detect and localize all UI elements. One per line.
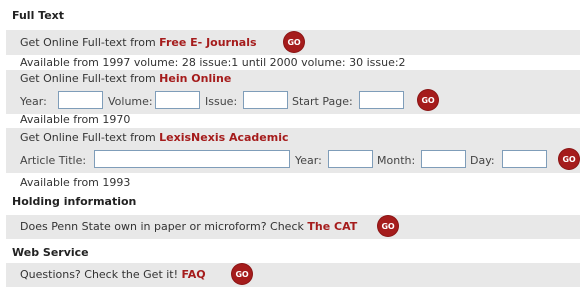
lexisnexis-availability: Available from 1993 bbox=[20, 176, 131, 189]
hein-online-text: Get Online Full-text from Hein Online bbox=[20, 72, 231, 85]
lexisnexis-year-label: Year: bbox=[295, 154, 322, 167]
hein-online-link[interactable]: Hein Online bbox=[159, 72, 231, 85]
lexisnexis-year-input[interactable] bbox=[328, 150, 373, 168]
free-ejournals-link[interactable]: Free E- Journals bbox=[159, 36, 256, 49]
hein-issue-input[interactable] bbox=[243, 91, 288, 109]
the-cat-link[interactable]: The CAT bbox=[307, 220, 357, 233]
hein-online-prefix: Get Online Full-text from bbox=[20, 72, 160, 85]
hein-volume-input[interactable] bbox=[155, 91, 200, 109]
lexisnexis-month-input[interactable] bbox=[421, 150, 466, 168]
full-text-heading: Full Text bbox=[12, 9, 65, 22]
hein-online-availability: Available from 1970 bbox=[20, 113, 131, 126]
web-service-heading: Web Service bbox=[12, 246, 89, 259]
hein-online-go-button[interactable]: GO bbox=[418, 90, 438, 110]
free-ejournals-prefix: Get Online Full-text from bbox=[20, 36, 160, 49]
holding-prefix: Does Penn State own in paper or microfor… bbox=[20, 220, 308, 233]
hein-volume-label: Volume: bbox=[108, 95, 153, 108]
faq-go-button[interactable]: GO bbox=[232, 264, 252, 284]
free-ejournals-text: Get Online Full-text from Free E- Journa… bbox=[20, 36, 257, 49]
the-cat-go-button[interactable]: GO bbox=[378, 216, 398, 236]
lexisnexis-day-input[interactable] bbox=[502, 150, 547, 168]
lexisnexis-article-title-input[interactable] bbox=[94, 150, 290, 168]
hein-start-page-input[interactable] bbox=[359, 91, 404, 109]
lexisnexis-text: Get Online Full-text from LexisNexis Aca… bbox=[20, 131, 289, 144]
lexisnexis-go-button[interactable]: GO bbox=[559, 149, 579, 169]
free-ejournals-availability: Available from 1997 volume: 28 issue:1 u… bbox=[20, 56, 406, 69]
hein-year-label: Year: bbox=[20, 95, 47, 108]
holding-heading: Holding information bbox=[12, 195, 137, 208]
web-service-text: Questions? Check the Get it! FAQ bbox=[20, 268, 206, 281]
holding-text: Does Penn State own in paper or microfor… bbox=[20, 220, 357, 233]
hein-year-input[interactable] bbox=[58, 91, 103, 109]
faq-link[interactable]: FAQ bbox=[182, 268, 206, 281]
hein-issue-label: Issue: bbox=[205, 95, 238, 108]
lexisnexis-link[interactable]: LexisNexis Academic bbox=[159, 131, 288, 144]
lexisnexis-month-label: Month: bbox=[377, 154, 416, 167]
web-service-prefix: Questions? Check the Get it! bbox=[20, 268, 182, 281]
lexisnexis-article-title-label: Article Title: bbox=[20, 154, 87, 167]
hein-start-page-label: Start Page: bbox=[292, 95, 353, 108]
lexisnexis-prefix: Get Online Full-text from bbox=[20, 131, 160, 144]
lexisnexis-day-label: Day: bbox=[470, 154, 495, 167]
free-ejournals-go-button[interactable]: GO bbox=[284, 32, 304, 52]
